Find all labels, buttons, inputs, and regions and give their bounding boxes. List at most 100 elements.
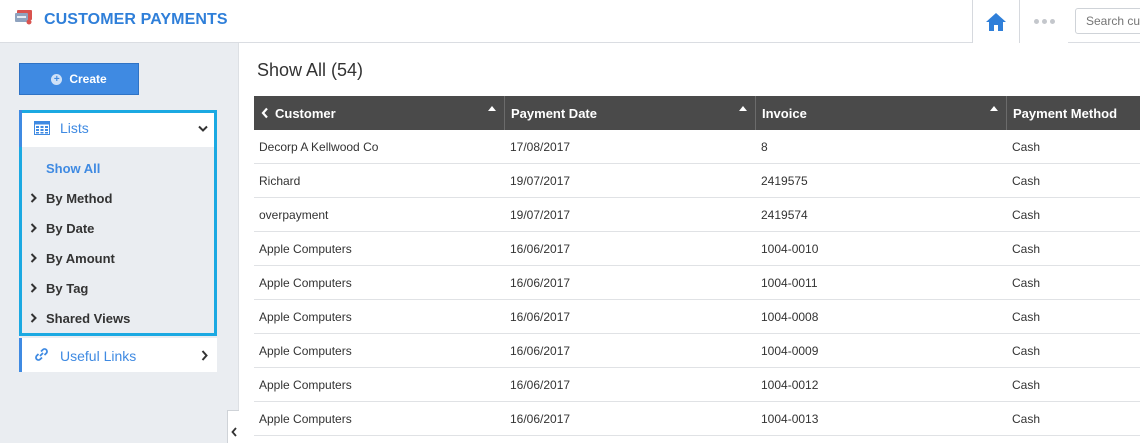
link-icon [35, 348, 48, 361]
list-item-by-method[interactable]: By Method [22, 183, 214, 213]
column-header-invoice[interactable]: Invoice [756, 96, 1007, 130]
chevron-left-icon [261, 107, 268, 119]
table-row[interactable]: Richard 19/07/2017 2419575 Cash [254, 164, 1140, 198]
list-item-label: By Amount [46, 250, 115, 266]
lists-menu: Show All By Method By Date By Amount By … [22, 153, 214, 333]
list-item-label: Shared Views [46, 310, 131, 326]
cell-customer: Apple Computers [259, 275, 352, 290]
table-header: Customer Payment Date Invoice Payment Me… [254, 96, 1140, 130]
cell-invoice: 1004-0012 [761, 377, 819, 392]
lists-accent-bar [19, 110, 22, 147]
cell-invoice: 1004-0008 [761, 309, 819, 324]
cell-payment-date: 16/06/2017 [510, 411, 571, 426]
more-apps-button[interactable] [1020, 0, 1068, 43]
column-header-label: Payment Method [1013, 105, 1118, 121]
cell-payment-date: 19/07/2017 [510, 173, 571, 188]
create-button[interactable]: + Create [19, 63, 139, 95]
list-item-by-tag[interactable]: By Tag [22, 273, 214, 303]
list-item-by-amount[interactable]: By Amount [22, 243, 214, 273]
cell-invoice: 1004-0011 [761, 275, 818, 290]
column-header-payment-date[interactable]: Payment Date [505, 96, 756, 130]
table-row[interactable]: Apple Computers 16/06/2017 1004-0011 Cas… [254, 266, 1140, 300]
useful-links-section[interactable]: Useful Links [19, 338, 217, 372]
cell-invoice: 1004-0010 [761, 241, 819, 256]
cell-payment-method: Cash [1012, 309, 1041, 324]
app-title: CUSTOMER PAYMENTS [44, 11, 228, 28]
column-header-payment-method[interactable]: Payment Method [1007, 96, 1140, 130]
cell-customer: Apple Computers [259, 241, 352, 256]
cell-payment-date: 16/06/2017 [510, 309, 571, 324]
sort-arrow-icon[interactable] [739, 106, 747, 111]
table-row[interactable]: Apple Computers 16/06/2017 1004-0012 Cas… [254, 368, 1140, 402]
table-row[interactable]: Apple Computers 16/06/2017 1004-0008 Cas… [254, 300, 1140, 334]
sidebar-collapse-toggle[interactable] [227, 410, 239, 443]
cell-invoice: 1004-0009 [761, 343, 819, 358]
plus-circle-icon: + [51, 73, 63, 85]
list-item-label: By Date [46, 220, 95, 236]
home-icon [986, 12, 1006, 31]
cell-payment-date: 17/08/2017 [510, 139, 571, 154]
lists-label: Lists [60, 120, 89, 136]
cell-payment-method: Cash [1012, 411, 1041, 426]
table-row[interactable]: overpayment 19/07/2017 2419574 Cash [254, 198, 1140, 232]
cell-payment-date: 16/06/2017 [510, 241, 571, 256]
list-item-label: By Method [46, 190, 113, 206]
list-item-show-all[interactable]: Show All [22, 153, 214, 183]
cell-customer: Richard [259, 173, 301, 188]
chevron-left-icon [230, 427, 237, 437]
cell-payment-method: Cash [1012, 275, 1041, 290]
payments-table: Customer Payment Date Invoice Payment Me… [254, 96, 1140, 436]
chevron-right-icon [30, 253, 37, 263]
chevron-right-icon [30, 283, 37, 293]
list-item-shared-views[interactable]: Shared Views [22, 303, 214, 333]
cell-payment-method: Cash [1012, 207, 1041, 222]
list-item-label: By Tag [46, 280, 89, 296]
cell-customer: Apple Computers [259, 343, 352, 358]
table-row[interactable]: Apple Computers 16/06/2017 1004-0010 Cas… [254, 232, 1140, 266]
cell-payment-method: Cash [1012, 343, 1041, 358]
column-header-label: Customer [275, 105, 336, 121]
sort-arrow-icon[interactable] [990, 106, 998, 111]
cell-payment-date: 16/06/2017 [510, 275, 571, 290]
chevron-down-icon [198, 125, 208, 132]
list-item-by-date[interactable]: By Date [22, 213, 214, 243]
list-item-label: Show All [46, 160, 101, 176]
lists-header[interactable]: Lists [19, 110, 214, 147]
left-sidebar: + Create Lists Show All By Method By Dat… [0, 43, 239, 443]
lists-panel: Lists Show All By Method By Date By Amou… [19, 110, 217, 336]
chevron-right-icon [201, 350, 208, 361]
table-row[interactable]: Apple Computers 16/06/2017 1004-0013 Cas… [254, 402, 1140, 436]
table-row[interactable]: Decorp A Kellwood Co 17/08/2017 8 Cash [254, 130, 1140, 164]
cell-invoice: 1004-0013 [761, 411, 819, 426]
cell-customer: overpayment [259, 207, 329, 222]
home-button[interactable] [972, 0, 1020, 43]
column-header-label: Payment Date [511, 105, 597, 121]
top-bar: CUSTOMER PAYMENTS [0, 0, 1140, 43]
cell-invoice: 8 [761, 139, 768, 154]
cell-customer: Decorp A Kellwood Co [259, 139, 379, 154]
cell-payment-date: 19/07/2017 [510, 207, 571, 222]
useful-links-label: Useful Links [60, 348, 137, 364]
cell-customer: Apple Computers [259, 309, 352, 324]
cell-payment-method: Cash [1012, 241, 1041, 256]
cell-invoice: 2419574 [761, 207, 808, 222]
search-input[interactable] [1075, 8, 1140, 34]
payment-app-icon [15, 10, 32, 25]
chevron-right-icon [30, 223, 37, 233]
cell-invoice: 2419575 [761, 173, 808, 188]
column-header-customer[interactable]: Customer [254, 96, 505, 130]
cell-customer: Apple Computers [259, 377, 352, 392]
calendar-grid-icon [34, 121, 50, 135]
cell-payment-method: Cash [1012, 377, 1041, 392]
page-title: Show All (54) [257, 60, 364, 80]
useful-links-accent-bar [19, 338, 22, 372]
chevron-right-icon [30, 313, 37, 323]
cell-payment-method: Cash [1012, 173, 1041, 188]
chevron-right-icon [30, 193, 37, 203]
cell-payment-date: 16/06/2017 [510, 377, 571, 392]
column-header-label: Invoice [762, 105, 807, 121]
table-row[interactable]: Apple Computers 16/06/2017 1004-0009 Cas… [254, 334, 1140, 368]
sort-arrow-icon[interactable] [488, 106, 496, 111]
cell-customer: Apple Computers [259, 411, 352, 426]
cell-payment-method: Cash [1012, 139, 1041, 154]
